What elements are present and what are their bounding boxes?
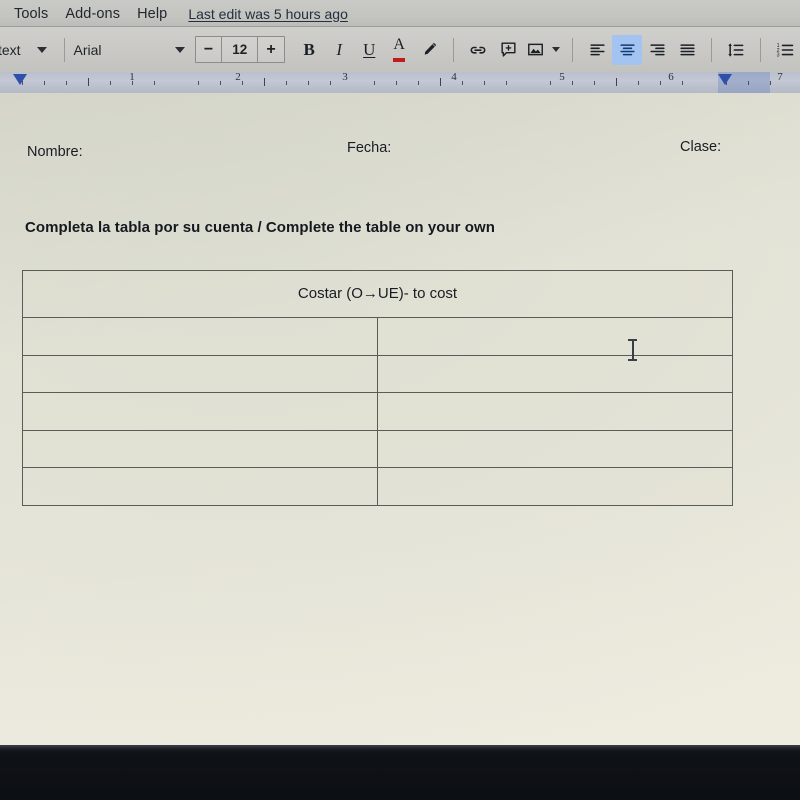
table-cell[interactable]	[22, 317, 378, 356]
align-center-button[interactable]	[612, 34, 643, 65]
underline-icon: U	[363, 39, 376, 59]
line-spacing-button[interactable]	[721, 35, 751, 65]
align-justify-button[interactable]	[672, 35, 702, 65]
ruler-number: 1	[129, 72, 135, 83]
line-spacing-icon	[728, 42, 744, 57]
chevron-down-icon	[174, 46, 185, 53]
table-row	[22, 467, 733, 506]
text-color-button[interactable]: A	[384, 35, 414, 65]
chevron-down-icon	[36, 46, 47, 53]
menu-help[interactable]: Help	[129, 4, 176, 24]
numbered-list-icon: 123	[777, 43, 794, 58]
toolbar-divider	[760, 37, 761, 62]
paragraph-style-label: text	[0, 41, 21, 58]
table-cell[interactable]	[22, 392, 378, 431]
document-header-row: Nombre: Fecha: Clase:	[0, 138, 800, 162]
field-label-nombre: Nombre:	[27, 144, 83, 160]
bold-icon: B	[303, 39, 315, 59]
table-title-cell[interactable]: Costar (O→UE)- to cost	[22, 270, 733, 318]
insert-link-button[interactable]	[463, 35, 493, 65]
add-comment-icon	[501, 42, 516, 57]
worksheet-instruction-heading: Completa la tabla por su cuenta / Comple…	[25, 219, 495, 236]
table-cell[interactable]	[377, 429, 733, 468]
document-page[interactable]: Nombre: Fecha: Clase: Completa la tabla …	[0, 93, 800, 745]
field-label-fecha: Fecha:	[347, 140, 392, 156]
screen-bezel	[0, 752, 800, 800]
table-header-row: Costar (O→UE)- to cost	[22, 270, 733, 318]
toolbar-divider	[63, 37, 65, 62]
highlight-pen-icon	[424, 42, 436, 55]
screen-edge-highlight	[0, 745, 800, 752]
ruler-number: 7	[777, 72, 783, 83]
insert-image-dropdown[interactable]	[547, 35, 563, 65]
insert-image-icon	[527, 43, 543, 56]
font-size-increase-button[interactable]: +	[258, 37, 283, 62]
align-right-button[interactable]	[642, 35, 672, 65]
ruler-number: 5	[559, 72, 565, 83]
insert-image-button[interactable]	[523, 35, 547, 65]
font-family-label: Arial	[73, 41, 102, 58]
table-cell[interactable]	[22, 467, 378, 506]
italic-icon: I	[336, 39, 343, 59]
toolbar-divider	[711, 37, 713, 62]
insert-link-icon	[470, 46, 486, 54]
google-docs-screenshot: Tools Add-ons Help Last edit was 5 hours…	[0, 0, 800, 800]
table-cell[interactable]	[377, 354, 733, 393]
formatting-toolbar: text Arial − 12 + B I U A 1 2 3	[0, 27, 800, 72]
align-left-button[interactable]	[582, 35, 612, 65]
table-cell[interactable]	[377, 317, 733, 356]
menu-tools[interactable]: Tools	[6, 4, 57, 24]
ruler-number: 2	[235, 72, 241, 83]
align-right-icon	[649, 44, 665, 56]
add-comment-button[interactable]	[493, 35, 523, 65]
table-row	[22, 354, 733, 393]
ruler-number: 4	[451, 72, 457, 83]
table-cell[interactable]	[22, 429, 378, 468]
align-center-icon	[619, 44, 635, 56]
table-cell[interactable]	[377, 392, 733, 431]
font-size-stepper[interactable]: − 12 +	[194, 36, 285, 63]
font-size-decrease-button[interactable]: −	[196, 37, 221, 62]
numbered-list-button[interactable]: 123	[770, 35, 800, 65]
toolbar-divider	[453, 37, 455, 62]
font-family-dropdown[interactable]: Arial	[74, 42, 189, 58]
last-edit-link[interactable]: Last edit was 5 hours ago	[188, 6, 348, 22]
font-size-input[interactable]: 12	[221, 37, 259, 62]
chevron-down-icon	[552, 47, 561, 52]
menu-bar: Tools Add-ons Help Last edit was 5 hours…	[0, 0, 800, 27]
svg-text:3: 3	[777, 52, 780, 58]
horizontal-ruler[interactable]: 1 2 3 4 5 6 7	[0, 72, 800, 93]
toolbar-divider	[572, 37, 574, 62]
table-row	[22, 429, 733, 468]
text-color-icon: A	[393, 37, 405, 62]
ruler-number: 3	[342, 72, 348, 83]
ruler-number: 6	[668, 72, 674, 83]
table-cell[interactable]	[377, 467, 733, 506]
bold-button[interactable]: B	[294, 35, 324, 65]
paragraph-style-dropdown[interactable]: text	[0, 42, 55, 58]
italic-button[interactable]: I	[324, 35, 354, 65]
field-label-clase: Clase:	[680, 139, 722, 155]
verb-conjugation-table[interactable]: Costar (O→UE)- to cost	[22, 270, 733, 506]
left-indent-marker[interactable]	[13, 74, 27, 85]
underline-button[interactable]: U	[354, 35, 384, 65]
right-indent-marker[interactable]	[718, 74, 732, 85]
align-justify-icon	[679, 44, 695, 56]
highlight-color-button[interactable]	[414, 35, 444, 65]
align-left-icon	[589, 44, 605, 56]
table-row	[22, 317, 733, 356]
table-row	[22, 392, 733, 431]
menu-add-ons[interactable]: Add-ons	[57, 4, 129, 24]
table-cell[interactable]	[22, 354, 378, 393]
ruler-ticks	[0, 77, 800, 90]
